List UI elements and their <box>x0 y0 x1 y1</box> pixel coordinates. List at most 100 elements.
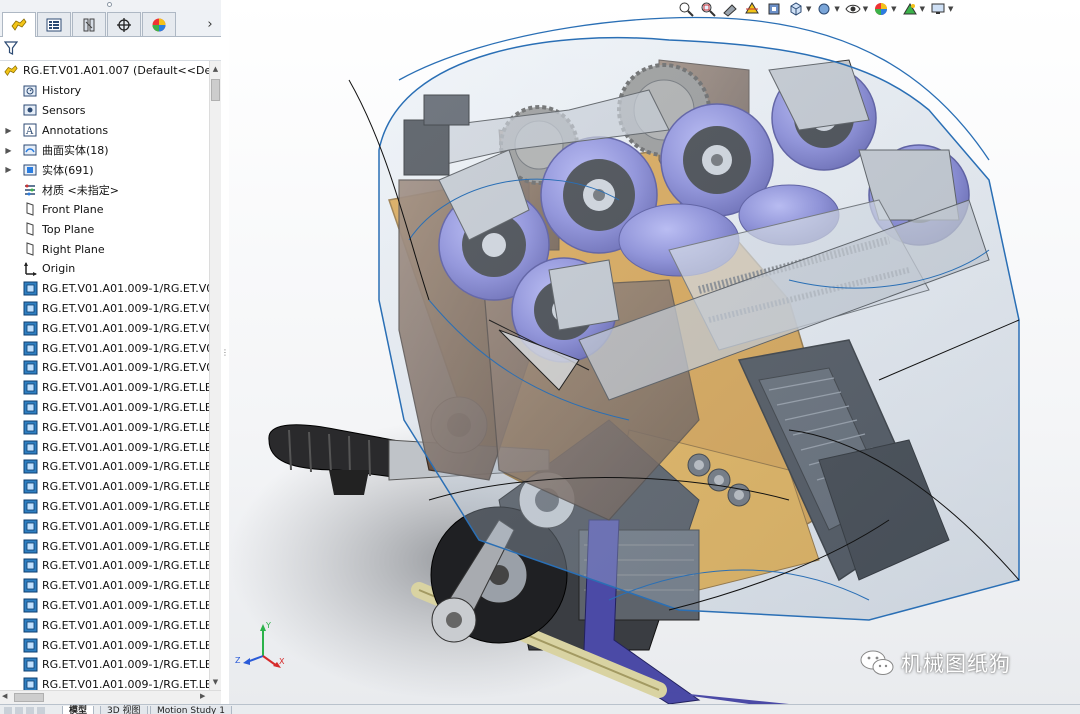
part-icon <box>22 479 38 495</box>
tab-scroll-buttons[interactable] <box>4 707 54 714</box>
hide-show-icon[interactable] <box>844 1 862 17</box>
scroll-thumb-horizontal[interactable] <box>14 693 44 702</box>
chevron-down-icon[interactable]: ▼ <box>920 5 925 13</box>
tree-item-label: History <box>42 84 82 98</box>
scroll-up-arrow-icon[interactable]: ▲ <box>210 63 221 75</box>
chevron-down-icon[interactable]: ▼ <box>863 5 868 13</box>
view-settings-icon[interactable] <box>929 1 947 17</box>
tree-filter[interactable] <box>0 37 221 61</box>
scroll-down-arrow-icon[interactable]: ▼ <box>210 676 221 688</box>
part-icon <box>22 518 38 534</box>
tree-item[interactable]: Right Plane <box>0 239 209 259</box>
tabs-more-chevron-icon[interactable]: › <box>203 14 217 34</box>
tab-model[interactable]: 模型 <box>62 706 95 714</box>
chevron-down-icon[interactable]: ▼ <box>891 5 896 13</box>
tree-item[interactable]: RG.ET.V01.A01.009-1/RG.ET.LB.\ <box>0 675 209 690</box>
edit-appearance-icon[interactable] <box>872 1 890 17</box>
tree-horizontal-scrollbar[interactable]: ◀ ▶ <box>0 690 221 704</box>
tree-item[interactable]: RG.ET.V01.A01.009-1/RG.ET.LB.\ <box>0 596 209 616</box>
tree-item[interactable]: RG.ET.V01.A01.009-1/RG.ET.LB.\ <box>0 635 209 655</box>
scroll-left-arrow-icon[interactable]: ◀ <box>2 692 7 700</box>
tree-item[interactable]: RG.ET.V01.A01.009-1/RG.ET.LB.\ <box>0 378 209 398</box>
chevron-down-icon[interactable]: ▼ <box>948 5 953 13</box>
feature-manager-panel: › RG.ET.V01.A01.007 (Default<<Defa Histo… <box>0 0 221 714</box>
tree-item[interactable]: RG.ET.V01.A01.009-1/RG.ET.LB.\ <box>0 497 209 517</box>
tree-item[interactable]: RG.ET.V01.A01.009-1/RG.ET.LB.\ <box>0 417 209 437</box>
tree-item[interactable]: RG.ET.V01.A01.009-1/RG.ET.LB.\ <box>0 615 209 635</box>
filter-icon <box>4 41 18 55</box>
part-icon <box>22 459 38 475</box>
tree-item-label: RG.ET.V01.A01.009-1/RG.ET.V01 <box>42 282 209 296</box>
tree-item-label: RG.ET.V01.A01.009-1/RG.ET.V01 <box>42 301 209 315</box>
tree-item[interactable]: RG.ET.V01.A01.009-1/RG.ET.V01 <box>0 299 209 319</box>
tree-root-assembly[interactable]: RG.ET.V01.A01.007 (Default<<Defa <box>0 61 209 81</box>
tree-item[interactable]: Origin <box>0 259 209 279</box>
scroll-right-arrow-icon[interactable]: ▶ <box>200 692 205 700</box>
tree-item[interactable]: ▶ 曲面实体(18) <box>0 140 209 160</box>
property-list-icon <box>46 18 62 31</box>
tree-item-label: RG.ET.V01.A01.009-1/RG.ET.LB.\ <box>42 598 209 612</box>
panel-tabs: › <box>0 10 221 37</box>
tree-item-label: RG.ET.V01.A01.009-1/RG.ET.V01 <box>42 341 209 355</box>
tab-property-manager[interactable] <box>37 12 71 36</box>
tree-item-label: RG.ET.V01.A01.009-1/RG.ET.LB.\ <box>42 618 209 632</box>
tree-item[interactable]: RG.ET.V01.A01.009-1/RG.ET.V01 <box>0 279 209 299</box>
origin-icon <box>22 261 38 277</box>
chevron-down-icon[interactable]: ▼ <box>806 5 811 13</box>
tab-feature-manager[interactable] <box>2 12 36 37</box>
tab-3d-views[interactable]: 3D 视图 <box>100 706 148 714</box>
graphics-viewport[interactable]: ▼ ▼ ▼ ▼ ▼ ▼ Z Y X 机械图纸狗 <box>229 0 1080 704</box>
transparent-shell <box>378 36 1020 621</box>
expand-arrow-icon[interactable]: ▶ <box>3 126 14 135</box>
view-orientation-icon[interactable] <box>787 1 805 17</box>
svg-text:Z: Z <box>235 656 241 665</box>
tree-item-label: RG.ET.V01.A01.009-1/RG.ET.LB.\ <box>42 539 209 553</box>
section-view-icon[interactable] <box>743 1 761 17</box>
tree-item[interactable]: 材质 <未指定> <box>0 180 209 200</box>
tree-item[interactable]: RG.ET.V01.A01.009-1/RG.ET.LB.\ <box>0 437 209 457</box>
tab-display-manager[interactable] <box>142 12 176 36</box>
assembly-icon <box>3 63 19 79</box>
part-icon <box>22 538 38 554</box>
tree-item[interactable]: Front Plane <box>0 200 209 220</box>
display-style-icon[interactable] <box>815 1 833 17</box>
tree-item[interactable]: RG.ET.V01.A01.009-1/RG.ET.LB.\ <box>0 536 209 556</box>
tree-item[interactable]: RG.ET.V01.A01.009-1/RG.ET.LB.\ <box>0 516 209 536</box>
tab-configuration-manager[interactable] <box>72 12 106 36</box>
tree-item-label: 实体(691) <box>42 163 94 177</box>
tree-item[interactable]: RG.ET.V01.A01.009-1/RG.ET.V01 <box>0 338 209 358</box>
watermark: 机械图纸狗 <box>859 648 1011 678</box>
scroll-thumb[interactable] <box>211 79 220 101</box>
chevron-down-icon[interactable]: ▼ <box>834 5 839 13</box>
tree-item[interactable]: RG.ET.V01.A01.009-1/RG.ET.LB.\ <box>0 398 209 418</box>
tree-item[interactable]: RG.ET.V01.A01.009-1/RG.ET.LB.\ <box>0 457 209 477</box>
tree-item[interactable]: Sensors <box>0 101 209 121</box>
tab-dimxpert-manager[interactable] <box>107 12 141 36</box>
tree-item-label: RG.ET.V01.A01.009-1/RG.ET.LB.\ <box>42 519 209 533</box>
tree-item-label: RG.ET.V01.A01.009-1/RG.ET.LB.\ <box>42 420 209 434</box>
expand-arrow-icon[interactable]: ▶ <box>3 146 14 155</box>
tree-item[interactable]: Top Plane <box>0 219 209 239</box>
tree-item[interactable]: ▶ 实体(691) <box>0 160 209 180</box>
tree-item[interactable]: RG.ET.V01.A01.009-1/RG.ET.LB.\ <box>0 655 209 675</box>
tree-item[interactable]: RG.ET.V01.A01.009-1/RG.ET.V01 <box>0 318 209 338</box>
panel-splitter-handle[interactable]: ⋮ <box>221 340 229 364</box>
tree-item[interactable]: RG.ET.V01.A01.009-1/RG.ET.V01 <box>0 358 209 378</box>
tree-item-label: Top Plane <box>42 222 95 236</box>
previous-view-icon[interactable] <box>721 1 739 17</box>
part-icon <box>22 380 38 396</box>
tree-item[interactable]: History <box>0 81 209 101</box>
tree-vertical-scrollbar[interactable]: ▲ ▼ <box>209 61 221 690</box>
tab-motion-study[interactable]: Motion Study 1 <box>150 706 232 714</box>
tree-item-label: 材质 <未指定> <box>42 183 119 197</box>
tree-item[interactable]: RG.ET.V01.A01.009-1/RG.ET.LB.\ <box>0 576 209 596</box>
zoom-to-fit-icon[interactable] <box>677 1 695 17</box>
expand-arrow-icon[interactable]: ▶ <box>3 165 14 174</box>
apply-scene-icon[interactable] <box>901 1 919 17</box>
tree-item[interactable]: RG.ET.V01.A01.009-1/RG.ET.LB.\ <box>0 477 209 497</box>
tree-item[interactable]: RG.ET.V01.A01.009-1/RG.ET.LB.\ <box>0 556 209 576</box>
dynamic-annotation-icon[interactable] <box>765 1 783 17</box>
panel-grip[interactable] <box>0 0 221 10</box>
zoom-area-icon[interactable] <box>699 1 717 17</box>
tree-item[interactable]: ▶ A Annotations <box>0 120 209 140</box>
